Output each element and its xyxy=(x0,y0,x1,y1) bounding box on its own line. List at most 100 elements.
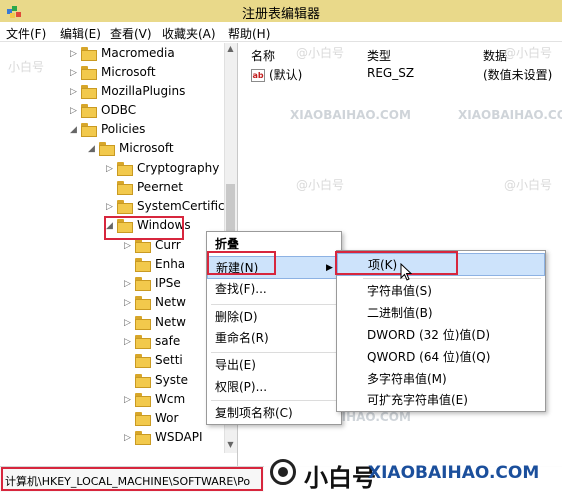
brand-url: XIAOBAIHAO.COM xyxy=(368,463,540,483)
value-type: REG_SZ xyxy=(367,66,415,80)
tree-item-label: Netw xyxy=(155,295,186,309)
menu-separator xyxy=(363,278,541,279)
tree-item-label: Cryptography xyxy=(137,161,220,175)
submenu-dword-value[interactable]: DWORD (32 位)值(D) xyxy=(337,324,545,347)
tree-item[interactable]: ▷ Microsoft xyxy=(0,64,224,83)
windows-key-highlight-box xyxy=(104,216,184,240)
menu-view[interactable]: 查看(V) xyxy=(110,25,152,42)
menu-file[interactable]: 文件(F) xyxy=(6,25,46,42)
expand-arrow-icon[interactable]: ◢ xyxy=(70,126,77,135)
expand-arrow-icon[interactable]: ▷ xyxy=(70,69,77,78)
tree-item[interactable]: ◢ Microsoft xyxy=(0,140,224,159)
menu-copy-key-name[interactable]: 复制项名称(C) xyxy=(207,402,341,425)
expand-arrow-icon[interactable]: ▷ xyxy=(70,88,77,97)
tree-item[interactable]: Peernet xyxy=(0,179,224,198)
submenu-string-value[interactable]: 字符串值(S) xyxy=(337,280,545,303)
folder-icon xyxy=(81,85,97,99)
expand-arrow-icon[interactable] xyxy=(124,415,131,423)
menu-export[interactable]: 导出(E) xyxy=(207,354,341,377)
tree-item-label: WSDAPI xyxy=(155,430,203,444)
folder-icon xyxy=(135,374,151,388)
folder-icon xyxy=(135,239,151,253)
tree-item-label: safe xyxy=(155,334,181,348)
expand-arrow-icon[interactable]: ▷ xyxy=(124,280,131,289)
tree-item[interactable]: ▷ Cryptography xyxy=(0,160,224,179)
tree-item-label: Macromedia xyxy=(101,46,175,60)
tree-item-label: Syste xyxy=(155,373,189,387)
tree-item[interactable]: Wor xyxy=(0,410,224,429)
value-name[interactable]: (默认) xyxy=(269,66,302,86)
tree-item[interactable]: ▷ ODBC xyxy=(0,102,224,121)
menu-edit[interactable]: 编辑(E) xyxy=(60,25,101,42)
submenu-multistring-value[interactable]: 多字符串值(M) xyxy=(337,368,545,391)
expand-arrow-icon[interactable]: ▷ xyxy=(70,107,77,116)
tree-item[interactable]: ▷ MozillaPlugins xyxy=(0,83,224,102)
tree-item-label: SystemCertifica xyxy=(137,199,232,213)
chevron-right-icon: ▶ xyxy=(326,263,333,273)
brand-name: 小白号 xyxy=(304,464,376,492)
menu-rename[interactable]: 重命名(R) xyxy=(207,327,341,350)
expand-arrow-icon[interactable]: ▷ xyxy=(106,203,113,212)
expand-arrow-icon[interactable]: ▷ xyxy=(124,319,131,328)
menu-favorites[interactable]: 收藏夹(A) xyxy=(162,25,216,42)
submenu-binary-value[interactable]: 二进制值(B) xyxy=(337,302,545,325)
key-tree[interactable]: ▷ Macromedia ▷ Microsoft ▷ MozillaPlugins ▷ ODB… xyxy=(0,43,238,466)
value-data: (数值未设置) xyxy=(483,68,553,82)
tree-item[interactable]: Syste xyxy=(0,372,224,391)
tree-item[interactable]: ▷ WSDAPI xyxy=(0,429,224,448)
tree-item[interactable]: ◢ Policies xyxy=(0,121,224,140)
expand-arrow-icon[interactable]: ▷ xyxy=(124,299,131,308)
expand-arrow-icon[interactable] xyxy=(124,357,131,365)
folder-icon xyxy=(117,200,133,214)
folder-icon xyxy=(81,66,97,80)
status-highlight-box xyxy=(1,467,263,491)
expand-arrow-icon[interactable]: ▷ xyxy=(106,165,113,174)
tree-item[interactable]: ▷ Wcm xyxy=(0,391,224,410)
expand-arrow-icon[interactable]: ▷ xyxy=(124,338,131,347)
folder-icon xyxy=(135,412,151,426)
submenu-qword-value[interactable]: QWORD (64 位)值(Q) xyxy=(337,346,545,369)
expand-arrow-icon[interactable] xyxy=(106,184,113,192)
folder-icon xyxy=(135,335,151,349)
column-name[interactable]: 名称 xyxy=(251,47,275,64)
folder-icon xyxy=(135,258,151,272)
tree-item-label: Curr xyxy=(155,238,181,252)
tree-item[interactable]: Enha xyxy=(0,256,224,275)
title-bar: 注册表编辑器 xyxy=(0,0,562,22)
expand-arrow-icon[interactable]: ◢ xyxy=(88,145,95,154)
expand-arrow-icon[interactable] xyxy=(124,261,131,269)
tree-item-label: Setti xyxy=(155,353,183,367)
menu-find[interactable]: 查找(F)... xyxy=(207,278,341,301)
scroll-up-icon[interactable]: ▲ xyxy=(224,44,237,56)
menu-help[interactable]: 帮助(H) xyxy=(228,25,270,42)
tree-item[interactable]: ▷ safe xyxy=(0,333,224,352)
tree-item[interactable]: Setti xyxy=(0,352,224,371)
folder-icon xyxy=(135,431,151,445)
tree-item[interactable]: ▷ Netw xyxy=(0,294,224,313)
menu-delete[interactable]: 删除(D) xyxy=(207,306,341,329)
tree-item[interactable]: ▷ Netw xyxy=(0,314,224,333)
tree-item-label: Wcm xyxy=(155,392,186,406)
tree-item-label: Enha xyxy=(155,257,186,271)
column-data[interactable]: 数据 xyxy=(483,47,507,64)
broadcast-icon xyxy=(270,459,296,485)
expand-arrow-icon[interactable]: ▷ xyxy=(124,242,131,251)
folder-icon xyxy=(117,181,133,195)
submenu-expandable-string-value[interactable]: 可扩充字符串值(E) xyxy=(337,389,545,412)
tree-item-label: Netw xyxy=(155,315,186,329)
column-type[interactable]: 类型 xyxy=(367,47,391,64)
tree-item[interactable]: ▷ SystemCertifica xyxy=(0,198,232,217)
tree-item-label: MozillaPlugins xyxy=(101,84,186,98)
expand-arrow-icon[interactable]: ▷ xyxy=(124,396,131,405)
string-value-icon: ab xyxy=(251,69,265,82)
expand-arrow-icon[interactable]: ▷ xyxy=(124,434,131,443)
expand-arrow-icon[interactable]: ▷ xyxy=(70,50,77,59)
menu-permissions[interactable]: 权限(P)... xyxy=(207,376,341,399)
expand-arrow-icon[interactable] xyxy=(124,377,131,385)
scroll-down-icon[interactable]: ▼ xyxy=(224,440,237,452)
tree-item-label: ODBC xyxy=(101,103,137,117)
tree-item[interactable]: ▷ IPSe xyxy=(0,275,224,294)
tree-item-label: Policies xyxy=(101,122,146,136)
tree-item[interactable]: ▷ Macromedia xyxy=(0,45,224,64)
folder-icon xyxy=(81,47,97,61)
